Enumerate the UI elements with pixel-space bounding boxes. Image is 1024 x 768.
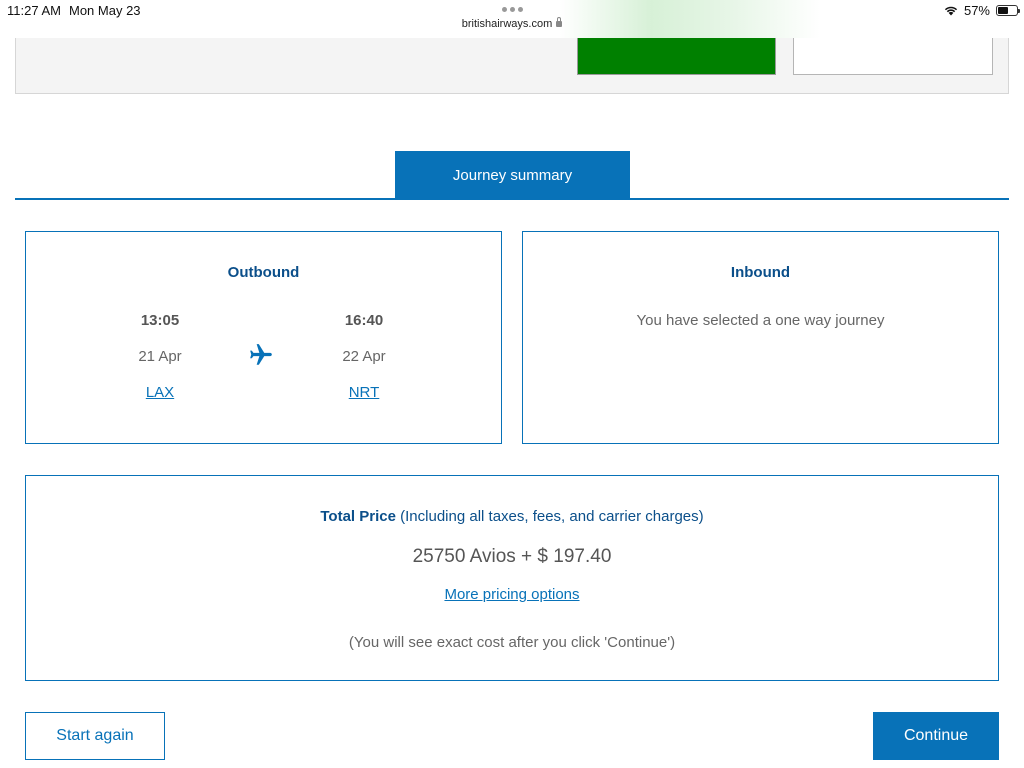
depart-date: 21 Apr xyxy=(138,348,182,365)
plane-icon xyxy=(250,344,272,365)
price-card: Total Price (Including all taxes, fees, … xyxy=(25,475,999,681)
green-button[interactable] xyxy=(577,38,776,75)
tab-journey-summary[interactable]: Journey summary xyxy=(395,151,630,199)
address-bar[interactable]: britishairways.com xyxy=(0,17,1024,30)
multitasking-dots-icon[interactable] xyxy=(502,7,523,12)
arrive-time: 16:40 xyxy=(344,312,384,329)
top-panel xyxy=(15,38,1009,94)
price-qualifier: (Including all taxes, fees, and carrier … xyxy=(400,508,704,525)
arrive-date: 22 Apr xyxy=(342,348,386,365)
inbound-title: Inbound xyxy=(730,264,791,281)
url-text: britishairways.com xyxy=(461,18,553,30)
wifi-icon xyxy=(944,6,958,16)
more-pricing-options-link[interactable]: More pricing options xyxy=(444,586,579,603)
origin-airport-link[interactable]: LAX xyxy=(100,384,220,401)
price-amount: 25750 Avios + $ 197.40 xyxy=(412,546,612,567)
depart-time: 13:05 xyxy=(140,312,180,329)
status-bar: 11:27 AM Mon May 23 britishairways.com 5… xyxy=(0,0,1024,39)
white-button[interactable] xyxy=(793,38,993,75)
price-note: (You will see exact cost after you click… xyxy=(348,634,676,651)
start-again-button[interactable]: Start again xyxy=(25,712,165,760)
continue-button[interactable]: Continue xyxy=(873,712,999,760)
status-indicators: 57% xyxy=(944,3,1020,18)
battery-percent: 57% xyxy=(963,3,990,18)
inbound-card: Inbound You have selected a one way jour… xyxy=(522,231,999,444)
outbound-title: Outbound xyxy=(227,264,300,281)
status-time: 11:27 AM xyxy=(7,3,61,18)
more-pricing-options: More pricing options xyxy=(26,586,998,603)
status-date: Mon May 23 xyxy=(69,3,141,18)
battery-icon xyxy=(996,5,1020,16)
total-price-label: Total Price xyxy=(320,508,396,525)
outbound-card: Outbound 13:05 16:40 21 Apr 22 Apr LAX N… xyxy=(25,231,502,444)
price-heading: Total Price (Including all taxes, fees, … xyxy=(26,508,998,525)
tab-underline xyxy=(15,198,1009,200)
lock-icon xyxy=(556,17,563,27)
one-way-message: You have selected a one way journey xyxy=(636,312,885,329)
destination-airport-link[interactable]: NRT xyxy=(304,384,424,401)
